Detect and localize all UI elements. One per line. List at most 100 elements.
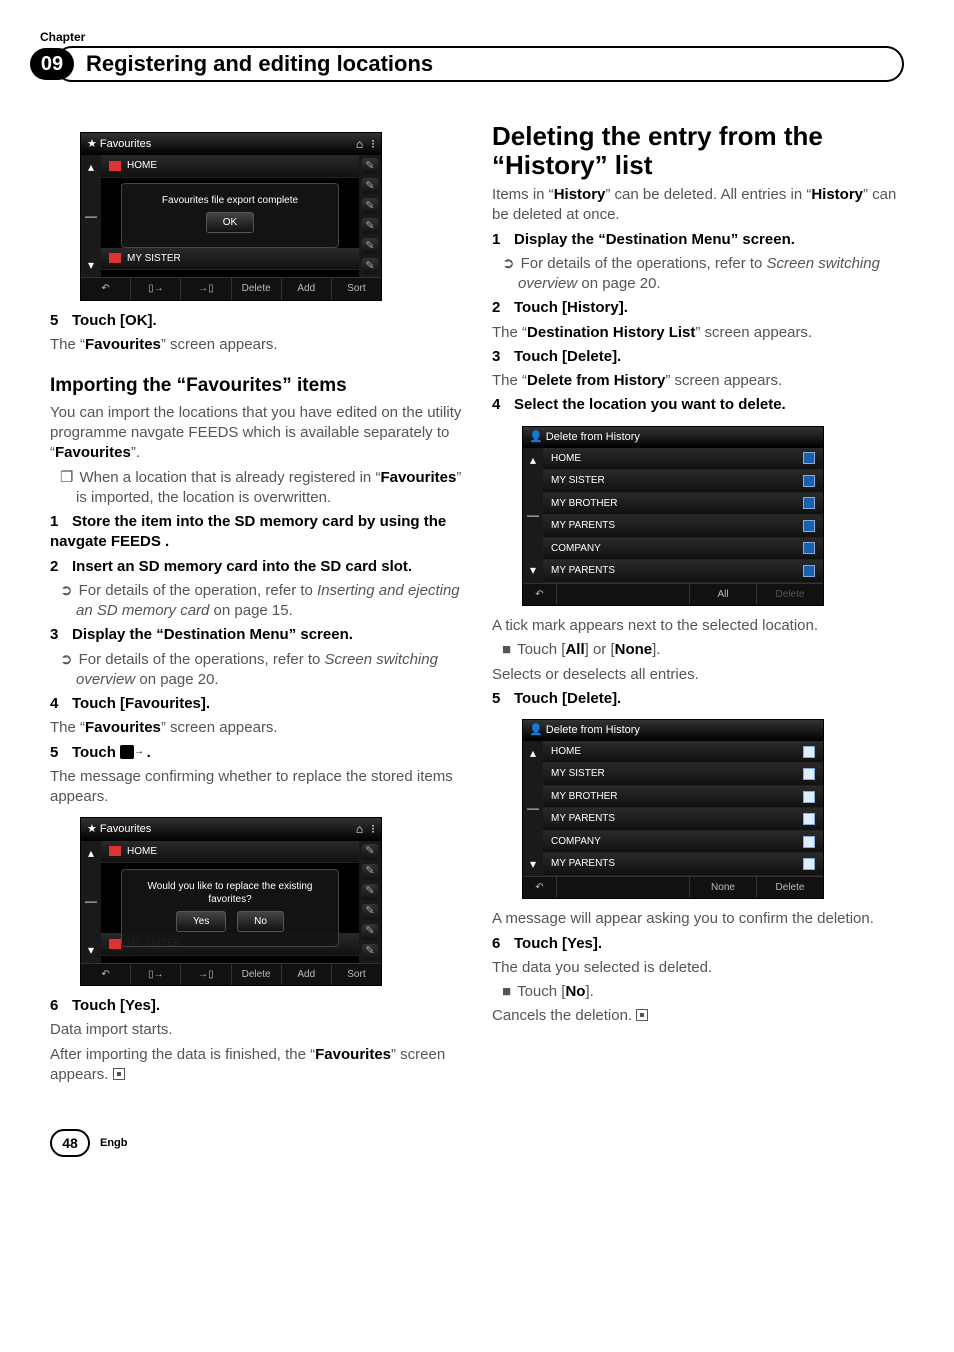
table-row[interactable]: MY PARENTS <box>543 560 823 583</box>
step-4: 4Touch [Favourites]. <box>50 694 462 714</box>
checkbox-unchecked[interactable] <box>803 542 815 554</box>
checkbox-checked[interactable] <box>803 791 815 803</box>
sort-button[interactable]: Sort <box>332 278 381 300</box>
touch-all-none: ■Touch [All] or [None]. <box>492 640 904 660</box>
chapter-title: Registering and editing locations <box>54 46 904 82</box>
step-5-right: 5Touch [Delete]. <box>492 689 904 709</box>
checkbox-checked[interactable] <box>803 768 815 780</box>
table-row[interactable]: MY PARENTS <box>543 515 823 538</box>
table-row[interactable]: COMPANY <box>543 831 823 854</box>
scroll-up-icon: ▴ <box>88 845 94 861</box>
body-text: Selects or deselects all entries. <box>492 665 904 685</box>
settings-icon: ⁝ <box>371 821 375 837</box>
table-row[interactable]: MY BROTHER <box>543 786 823 809</box>
sort-button[interactable]: Sort <box>332 964 381 986</box>
table-row[interactable]: MY PARENTS <box>543 853 823 876</box>
table-row[interactable]: COMPANY <box>543 538 823 561</box>
checkbox-unchecked[interactable] <box>803 452 815 464</box>
all-button[interactable]: All <box>690 584 757 606</box>
section-end-icon <box>113 1068 125 1080</box>
dialog-message: Favourites file export complete <box>132 194 328 208</box>
edit-icon: ✎ <box>362 178 378 194</box>
add-button[interactable]: Add <box>282 964 332 986</box>
body-text: The “Favourites” screen appears. <box>50 718 462 738</box>
export-button[interactable]: ▯→ <box>131 278 181 300</box>
edit-icon: ✎ <box>362 238 378 254</box>
list-item: HOME <box>127 845 157 859</box>
step-3: 3Display the “Destination Menu” screen. <box>50 625 462 645</box>
body-text: Data import starts. <box>50 1020 462 1040</box>
spacer <box>557 877 690 899</box>
back-button[interactable]: ↶ <box>523 877 557 899</box>
table-row[interactable]: MY PARENTS <box>543 808 823 831</box>
back-button[interactable]: ↶ <box>81 964 131 986</box>
table-row[interactable]: MY BROTHER <box>543 493 823 516</box>
delete-button[interactable]: Delete <box>757 877 823 899</box>
table-row[interactable]: HOME <box>543 741 823 764</box>
chapter-label: Chapter <box>40 30 904 44</box>
no-button[interactable]: No <box>237 911 284 933</box>
favourites-replace-screenshot: ★ Favourites ⌂⁝ ▴—▾ HOME Would you like … <box>80 817 382 986</box>
checkbox-checked[interactable] <box>803 836 815 848</box>
export-button[interactable]: ▯→ <box>131 964 181 986</box>
checkbox-unchecked[interactable] <box>803 475 815 487</box>
house-icon <box>109 253 121 263</box>
back-button[interactable]: ↶ <box>523 584 557 606</box>
house-icon <box>109 939 121 949</box>
favourites-export-screenshot: ★ Favourites ⌂⁝ ▴—▾ HOME Favourites file… <box>80 132 382 301</box>
dialog-message: Would you like to replace the existing f… <box>132 880 328 907</box>
edit-icon: ✎ <box>362 864 378 880</box>
yes-button[interactable]: Yes <box>176 911 226 933</box>
checkbox-checked[interactable] <box>803 746 815 758</box>
chapter-header: 09 Registering and editing locations <box>30 46 904 82</box>
import-button[interactable]: →▯ <box>181 964 231 986</box>
step-4-right: 4Select the location you want to delete. <box>492 395 904 415</box>
screenshot-title: ★ Favourites <box>87 822 151 837</box>
section-heading-importing: Importing the “Favourites” items <box>50 373 462 399</box>
import-button[interactable]: →▯ <box>181 278 231 300</box>
table-row[interactable]: MY SISTER <box>543 763 823 786</box>
checkbox-unchecked[interactable] <box>803 520 815 532</box>
spacer <box>557 584 690 606</box>
scroll-down-icon: ▾ <box>530 856 536 872</box>
body-text: The data you selected is deleted. <box>492 958 904 978</box>
edit-icon: ✎ <box>362 924 378 940</box>
checkbox-checked[interactable] <box>803 813 815 825</box>
step-2-right: 2Touch [History]. <box>492 298 904 318</box>
edit-icon: ✎ <box>362 258 378 274</box>
table-row[interactable]: MY SISTER <box>543 470 823 493</box>
edit-icon: ✎ <box>362 198 378 214</box>
scroll-down-icon: ▾ <box>88 942 94 958</box>
step-3-right: 3Touch [Delete]. <box>492 347 904 367</box>
delete-button[interactable]: Delete <box>232 964 282 986</box>
dialog-replace-confirm: Would you like to replace the existing f… <box>121 869 339 948</box>
reference-note: For details of the operations, refer to … <box>50 650 462 691</box>
page-footer: 48 Engb <box>50 1129 904 1157</box>
scroll-down-icon: ▾ <box>88 257 94 273</box>
screenshot-title: 👤 Delete from History <box>529 723 640 738</box>
section-end-icon <box>636 1009 648 1021</box>
none-button[interactable]: None <box>690 877 757 899</box>
step-2: 2Insert an SD memory card into the SD ca… <box>50 557 462 577</box>
reference-note: For details of the operation, refer to I… <box>50 581 462 622</box>
delete-button[interactable]: Delete <box>232 278 282 300</box>
body-text: The “Favourites” screen appears. <box>50 335 462 355</box>
step-6: 6Touch [Yes]. <box>50 996 462 1016</box>
checkbox-unchecked[interactable] <box>803 565 815 577</box>
scroll-up-icon: ▴ <box>530 745 536 761</box>
step-1: 1Store the item into the SD memory card … <box>50 512 462 553</box>
table-row[interactable]: HOME <box>543 448 823 471</box>
checkbox-unchecked[interactable] <box>803 497 815 509</box>
ok-button[interactable]: OK <box>206 212 254 234</box>
edit-icon: ✎ <box>362 844 378 860</box>
body-text: A message will appear asking you to conf… <box>492 909 904 929</box>
add-button[interactable]: Add <box>282 278 332 300</box>
edit-icon: ✎ <box>362 904 378 920</box>
home-icon: ⌂ <box>356 821 363 837</box>
checkbox-checked[interactable] <box>803 858 815 870</box>
settings-icon: ⁝ <box>371 136 375 152</box>
edit-icon: ✎ <box>362 884 378 900</box>
edit-icon: ✎ <box>362 158 378 174</box>
back-button[interactable]: ↶ <box>81 278 131 300</box>
step-5: 5Touch [OK]. <box>50 311 462 331</box>
